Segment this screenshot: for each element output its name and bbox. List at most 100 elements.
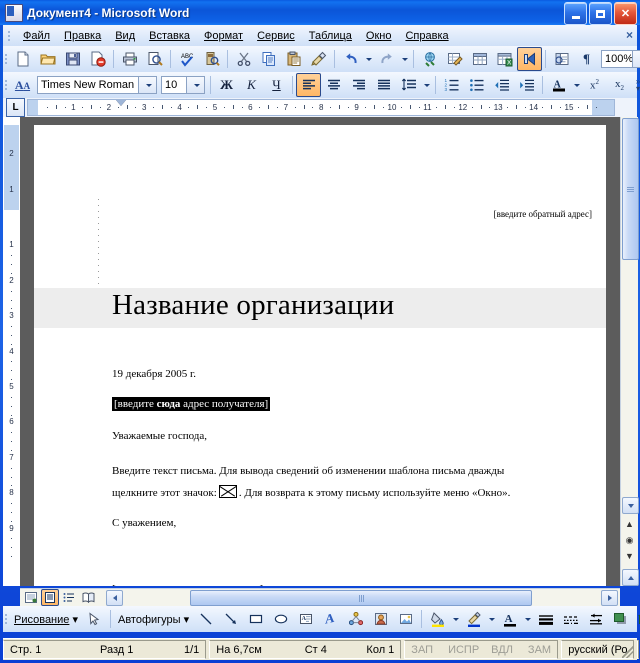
organization-title[interactable]: Название организации (112, 289, 394, 322)
vertical-scrollbar[interactable]: ▲ ◉ ▼ (620, 117, 639, 586)
autoshapes-menu-button[interactable]: Автофигуры ▾ (114, 611, 193, 628)
dash-style-icon[interactable] (558, 607, 583, 631)
insert-picture-icon[interactable] (393, 607, 418, 631)
line-style-icon[interactable] (533, 607, 558, 631)
status-overtype-mode[interactable]: ЗАМ (522, 644, 557, 656)
scroll-up-button[interactable] (622, 569, 639, 586)
menu-item-table[interactable]: Таблица (302, 27, 359, 45)
print-preview-icon[interactable] (142, 47, 167, 71)
scroll-down-button[interactable] (622, 497, 639, 514)
font-color-icon[interactable]: A (497, 607, 522, 631)
line-spacing-icon[interactable] (396, 73, 421, 97)
scroll-left-button[interactable] (106, 590, 123, 606)
undo-icon[interactable] (338, 47, 363, 71)
styles-formatting-icon[interactable]: AA (10, 73, 35, 97)
print-icon[interactable] (117, 47, 142, 71)
menu-item-insert[interactable]: Вставка (142, 27, 197, 45)
line-color-icon[interactable] (461, 607, 486, 631)
arrow-icon[interactable] (218, 607, 243, 631)
cut-scissors-icon[interactable] (231, 47, 256, 71)
align-justify-icon[interactable] (371, 73, 396, 97)
horizontal-scrollbar-thumb[interactable] (190, 590, 532, 606)
zoom-dropdown-icon[interactable] (632, 51, 640, 67)
maximize-button[interactable] (589, 2, 612, 25)
status-extend-mode[interactable]: ВДЛ (485, 644, 522, 656)
document-canvas[interactable]: [введите обратный адрес] Название органи… (20, 117, 620, 586)
diagram-icon[interactable] (343, 607, 368, 631)
align-right-icon[interactable] (346, 73, 371, 97)
italic-button[interactable]: К (239, 73, 264, 97)
status-spelling-group[interactable] (637, 640, 640, 659)
subscript-icon[interactable]: x2 (607, 73, 632, 97)
clip-art-icon[interactable] (368, 607, 393, 631)
line-icon[interactable] (193, 607, 218, 631)
insert-excel-sheet-icon[interactable]: X (492, 47, 517, 71)
document-page[interactable]: [введите обратный адрес] Название органи… (34, 125, 606, 586)
horizontal-ruler[interactable]: L 1 2 3 4 5 6 7 8 9 10 11 12 13 14 15 (3, 98, 637, 118)
open-folder-icon[interactable] (35, 47, 60, 71)
oval-icon[interactable] (268, 607, 293, 631)
font-color-dropdown-icon[interactable] (571, 74, 582, 96)
select-browse-object-button[interactable]: ◉ (625, 536, 634, 545)
scroll-right-button[interactable] (601, 590, 618, 606)
menu-item-format[interactable]: Формат (197, 27, 250, 45)
minimize-button[interactable] (564, 2, 587, 25)
reading-layout-view-icon[interactable] (79, 589, 97, 606)
status-track-changes-mode[interactable]: ИСПР (442, 644, 485, 656)
font-color-dropdown-icon[interactable] (522, 608, 533, 630)
letter-body-line-2[interactable]: щелкните этот значок: . Для возврата к эт… (112, 485, 510, 499)
sender-name-field[interactable]: [введите сюда имя отправителя] (112, 583, 263, 586)
align-center-icon[interactable] (321, 73, 346, 97)
envelope-icon[interactable] (218, 485, 237, 498)
recipient-address-field[interactable]: [введите сюда адрес получателя] (112, 397, 271, 411)
text-box-icon[interactable]: A (293, 607, 318, 631)
menu-item-file[interactable]: Файл (16, 27, 57, 45)
bulleted-list-icon[interactable] (464, 73, 489, 97)
menu-item-view[interactable]: Вид (108, 27, 142, 45)
format-painter-icon[interactable] (306, 47, 331, 71)
font-color-icon[interactable]: A (546, 73, 571, 97)
font-name-dropdown-icon[interactable] (138, 77, 156, 93)
font-size-dropdown-icon[interactable] (186, 77, 204, 93)
arrow-style-icon[interactable] (583, 607, 608, 631)
letter-closing[interactable]: С уважением, (112, 517, 176, 529)
undo-dropdown-icon[interactable] (363, 48, 374, 70)
vertical-ruler[interactable]: 2 1 1 2 3 4 5 6 7 8 9 (3, 117, 21, 586)
previous-page-button[interactable]: ▲ (625, 520, 634, 529)
return-address-field[interactable]: [введите обратный адрес] (494, 209, 592, 219)
show-formatting-marks-icon[interactable]: ¶ (574, 47, 599, 71)
formatting-toolbar-gripper[interactable] (5, 78, 7, 93)
document-map-icon[interactable] (549, 47, 574, 71)
menu-bar-gripper[interactable] (5, 28, 13, 43)
decrease-indent-icon[interactable] (489, 73, 514, 97)
tables-borders-icon[interactable] (442, 47, 467, 71)
increase-indent-icon[interactable] (514, 73, 539, 97)
fill-color-icon[interactable] (425, 607, 450, 631)
line-color-dropdown-icon[interactable] (486, 608, 497, 630)
normal-view-icon[interactable] (22, 589, 40, 606)
columns-icon[interactable] (517, 47, 542, 71)
redo-dropdown-icon[interactable] (399, 48, 410, 70)
tab-stop-selector-button[interactable]: L (6, 98, 25, 117)
copy-icon[interactable] (256, 47, 281, 71)
line-spacing-dropdown-icon[interactable] (421, 74, 432, 96)
drawing-toolbar-gripper[interactable] (5, 612, 7, 627)
letter-greeting[interactable]: Уважаемые господа, (112, 430, 207, 442)
menu-item-edit[interactable]: Правка (57, 27, 108, 45)
fill-color-dropdown-icon[interactable] (450, 608, 461, 630)
letter-body-line-1[interactable]: Введите текст письма. Для вывода сведени… (112, 465, 504, 477)
outline-view-icon[interactable] (60, 589, 78, 606)
menu-item-help[interactable]: Справка (398, 27, 455, 45)
underline-button[interactable]: Ч (264, 73, 289, 97)
draw-menu-button[interactable]: Рисование ▾ (10, 611, 82, 628)
close-button[interactable]: ✕ (614, 2, 637, 25)
letter-date[interactable]: 19 декабря 2005 г. (112, 368, 196, 380)
vertical-scrollbar-thumb[interactable] (622, 118, 639, 260)
first-line-indent-marker[interactable] (116, 100, 126, 106)
spelling-check-icon[interactable]: ABC (174, 47, 199, 71)
numbered-list-icon[interactable]: 123 (439, 73, 464, 97)
zoom-combo[interactable]: 100% (601, 50, 640, 68)
font-name-combo[interactable]: Times New Roman (37, 76, 157, 94)
wordart-icon[interactable]: A (318, 607, 343, 631)
print-layout-view-icon[interactable] (41, 588, 59, 606)
